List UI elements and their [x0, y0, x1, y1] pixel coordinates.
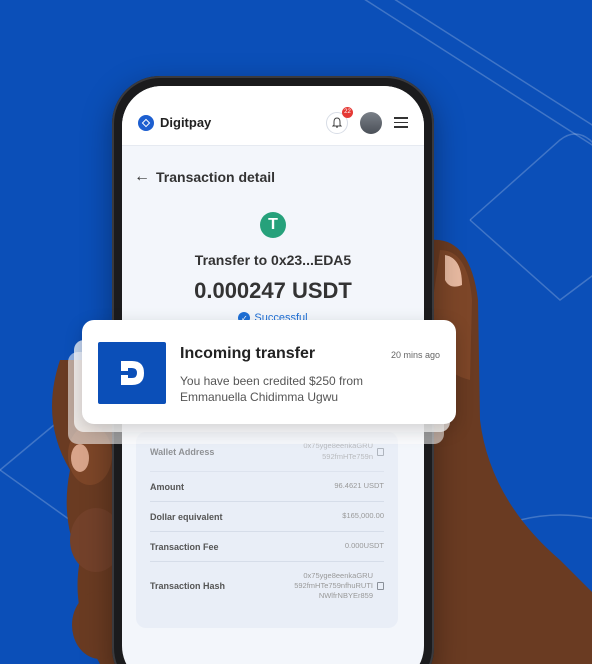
back-button[interactable]: ← Transaction detail	[122, 146, 424, 186]
detail-label: Amount	[150, 481, 184, 492]
notification-bell-button[interactable]: 22	[326, 106, 353, 134]
notification-time: 20 mins ago	[390, 350, 440, 360]
logo-d-mark	[121, 361, 144, 385]
copy-icon[interactable]	[377, 447, 384, 456]
detail-row-transaction-fee: Transaction Fee 0.000USDT	[150, 532, 384, 562]
app-header: Digitpay 22	[122, 86, 424, 146]
detail-label: Wallet Address	[150, 446, 215, 457]
detail-value: $165,000.00	[342, 511, 384, 521]
back-arrow-icon: ←	[134, 168, 150, 185]
detail-row-amount: Amount 96.4621 USDT	[150, 472, 384, 502]
detail-label: Dollar equivalent	[150, 511, 223, 522]
menu-icon[interactable]	[394, 117, 408, 128]
detail-value-line: NWlfrNBYEr859	[318, 591, 373, 601]
detail-value-line: 0x75yge8eenkaGRU	[303, 570, 373, 580]
notification-message: You have been credited $250 from Emmanue…	[180, 374, 364, 405]
detail-value-line: 592fmHTe759n	[322, 451, 373, 461]
detail-value: 0.000USDT	[344, 541, 384, 551]
copy-icon[interactable]	[377, 582, 384, 590]
detail-row-dollar-equivalent: Dollar equivalent $165,000.00	[150, 502, 384, 532]
bell-icon	[332, 117, 342, 128]
notification-title: Incoming transfer	[180, 345, 316, 362]
notification-count-badge: 22	[342, 106, 353, 118]
page-title: Transaction detail	[156, 169, 276, 185]
detail-value-line: 592fmHTe759nfhuRUTI	[294, 580, 373, 590]
detail-label: Transaction Fee	[150, 541, 219, 552]
transaction-details-card: Wallet Address 0x75yge8eenkaGRU 592fmHTe7…	[136, 432, 398, 628]
incoming-transfer-notification[interactable]: Incoming transfer 20 mins ago You have b…	[82, 320, 456, 424]
transfer-recipient: Transfer to 0x23...EDA5	[194, 252, 352, 268]
detail-value: 96.4621 USDT	[334, 481, 384, 491]
detail-row-transaction-hash: Transaction Hash 0x75yge8eenkaGRU 592fmHT…	[150, 562, 384, 610]
digitpay-logo-icon	[98, 342, 166, 404]
brand-name: Digitpay	[160, 115, 212, 130]
brand-logo-icon	[138, 114, 154, 131]
tether-token-icon: T	[260, 212, 286, 238]
avatar[interactable]	[360, 111, 382, 134]
detail-label: Transaction Hash	[150, 581, 226, 591]
transfer-amount: 0.000247 USDT	[194, 278, 352, 303]
